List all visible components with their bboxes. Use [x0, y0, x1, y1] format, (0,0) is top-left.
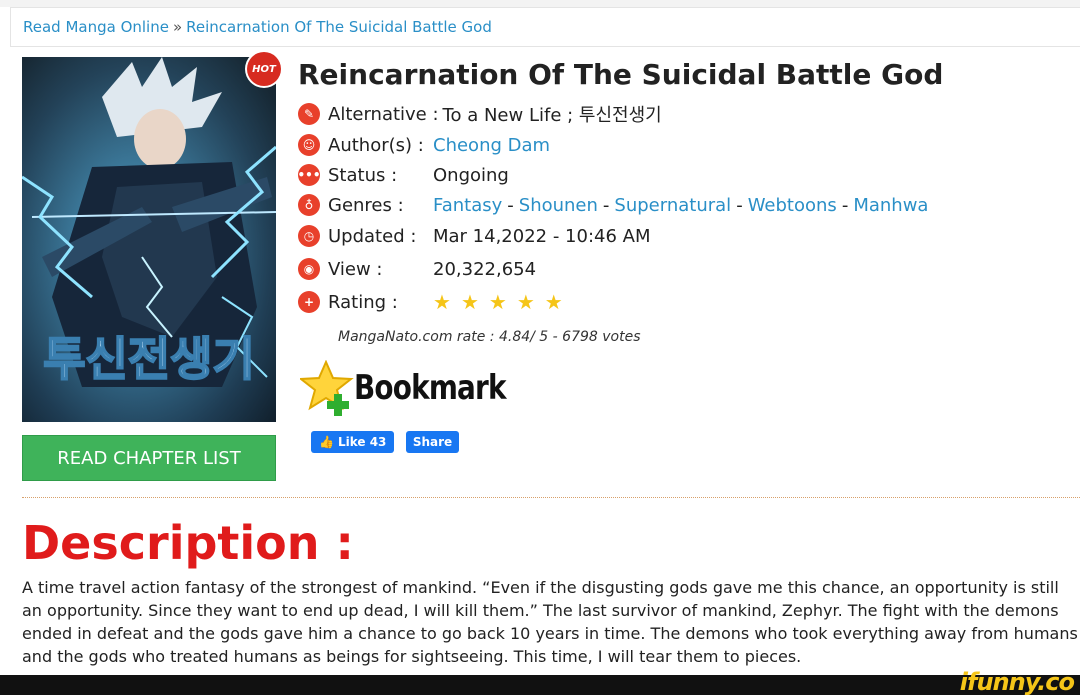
top-strip	[0, 0, 1080, 7]
facebook-like-label: Like 43	[337, 435, 387, 449]
breadcrumb-separator: »	[172, 18, 183, 36]
info-row-author: ☺ Author(s) : Cheong Dam	[298, 133, 550, 157]
alternative-icon: ✎	[298, 103, 320, 125]
author-icon: ☺	[298, 134, 320, 156]
status-label: Status :	[328, 164, 398, 186]
description-heading: Description :	[22, 516, 354, 570]
rate-summary: MangaNato.com rate : 4.84/ 5 - 6798 vote…	[338, 329, 641, 345]
status-icon: •••	[298, 164, 321, 186]
facebook-share-button[interactable]: Share	[406, 431, 459, 453]
info-row-updated: ◷ Updated : Mar 14,2022 - 10:46 AM	[298, 224, 651, 248]
genre-link[interactable]: Supernatural	[614, 195, 731, 216]
thumbs-up-icon: 👍	[319, 435, 334, 449]
author-link[interactable]: Cheong Dam	[433, 135, 550, 156]
genre-link[interactable]: Manhwa	[853, 195, 928, 216]
facebook-like-button[interactable]: 👍 Like 43	[311, 431, 395, 453]
star-icon[interactable]: ★	[517, 290, 535, 314]
bookmark-label: Bookmark	[354, 368, 507, 408]
footer-bar	[0, 675, 1080, 695]
author-label: Author(s) :	[328, 134, 424, 156]
genres-label: Genres :	[328, 194, 404, 216]
genres-icon: ♁	[298, 194, 320, 216]
genres-list: Fantasy - Shounen - Supernatural - Webto…	[433, 194, 929, 216]
star-icon[interactable]: ★	[433, 290, 451, 314]
status-value: Ongoing	[433, 164, 509, 186]
genre-link[interactable]: Webtoons	[748, 195, 837, 216]
star-icon[interactable]: ★	[489, 290, 507, 314]
cover-title-text: 투신전생기	[43, 332, 255, 386]
view-label: View :	[328, 258, 383, 280]
star-icon[interactable]: ★	[461, 290, 479, 314]
updated-value: Mar 14,2022 - 10:46 AM	[433, 225, 651, 247]
genre-link[interactable]: Shounen	[519, 195, 598, 216]
updated-icon: ◷	[298, 225, 320, 247]
breadcrumb-home-link[interactable]: Read Manga Online	[23, 18, 169, 36]
section-divider	[22, 497, 1080, 498]
hot-badge: HOT	[247, 52, 281, 86]
info-row-rating: + Rating :	[298, 290, 398, 314]
star-icon[interactable]: ★	[545, 290, 563, 314]
rating-stars[interactable]: ★ ★ ★ ★ ★	[433, 290, 563, 314]
read-chapter-list-button[interactable]: READ CHAPTER LIST	[22, 435, 276, 481]
watermark: ifunny.co	[959, 668, 1075, 695]
updated-label: Updated :	[328, 225, 417, 247]
genre-link[interactable]: Fantasy	[433, 195, 502, 216]
info-row-genres: ♁ Genres : Fantasy - Shounen - Supernatu…	[298, 193, 928, 217]
alternative-value: To a New Life ; 투신전생기	[442, 105, 662, 126]
alternative-label: Alternative :	[328, 103, 439, 125]
manga-cover-image: 투신전생기	[22, 57, 276, 422]
rating-label: Rating :	[328, 291, 398, 313]
info-row-status: ••• Status : Ongoing	[298, 163, 509, 187]
view-value: 20,322,654	[433, 258, 537, 280]
info-row-view: ◉ View : 20,322,654	[298, 257, 536, 281]
manga-title: Reincarnation Of The Suicidal Battle God	[298, 58, 944, 91]
star-plus-icon	[300, 360, 354, 416]
info-row-alternative: ✎ Alternative : To a New Life ; 투신전생기	[298, 102, 662, 126]
breadcrumb: Read Manga Online » Reincarnation Of The…	[10, 7, 1080, 47]
breadcrumb-current-link[interactable]: Reincarnation Of The Suicidal Battle God	[186, 18, 492, 36]
bookmark-button[interactable]: Bookmark	[300, 360, 539, 416]
view-icon: ◉	[298, 258, 320, 280]
description-text: A time travel action fantasy of the stro…	[22, 578, 1078, 666]
rating-plus-icon: +	[298, 291, 320, 313]
